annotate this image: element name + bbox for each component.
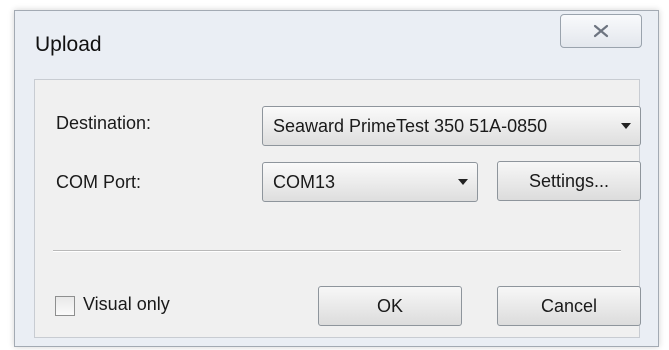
close-icon	[593, 24, 609, 38]
com-port-label: COM Port:	[56, 172, 142, 192]
upload-dialog: Upload Destination: Seaward PrimeTest 35…	[14, 10, 659, 347]
cancel-button[interactable]: Cancel	[497, 286, 641, 326]
settings-button[interactable]: Settings...	[497, 161, 641, 201]
com-port-dropdown[interactable]: COM13	[262, 162, 478, 202]
close-button[interactable]	[560, 14, 642, 48]
dialog-content: Destination: Seaward PrimeTest 350 51A-0…	[34, 79, 641, 338]
destination-label: Destination:	[56, 113, 152, 133]
divider	[53, 250, 621, 252]
com-port-value: COM13	[273, 171, 336, 192]
ok-button[interactable]: OK	[318, 286, 462, 326]
visual-only-checkbox[interactable]	[55, 296, 75, 316]
title-bar: Upload	[15, 11, 658, 77]
destination-dropdown[interactable]: Seaward PrimeTest 350 51A-0850	[262, 106, 641, 146]
visual-only-label: Visual only	[83, 294, 170, 314]
chevron-down-icon	[612, 122, 640, 130]
destination-value: Seaward PrimeTest 350 51A-0850	[273, 115, 548, 136]
chevron-down-icon	[449, 178, 477, 186]
dialog-title: Upload	[35, 33, 102, 56]
